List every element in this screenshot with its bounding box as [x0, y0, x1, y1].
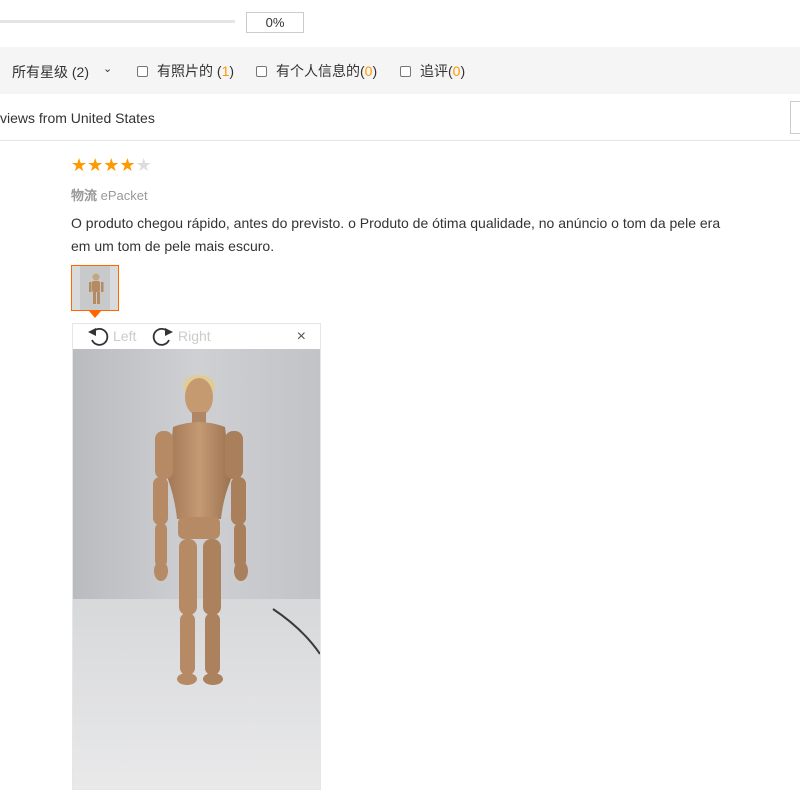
- filter-count: 0: [364, 63, 373, 79]
- rotate-left-label: Left: [113, 328, 137, 344]
- divider: [0, 140, 800, 141]
- checkbox-icon[interactable]: [400, 65, 411, 77]
- close-icon[interactable]: ×: [297, 328, 306, 346]
- logistics-value: ePacket: [100, 188, 148, 203]
- review-text-line: em um tom de pele mais escuro.: [71, 238, 275, 254]
- rotate-left-button[interactable]: Left: [87, 325, 136, 347]
- star-filter-select[interactable]: 所有星级 (2): [12, 62, 89, 82]
- filter-with-personal-info[interactable]: 有个人信息的 (0): [256, 61, 377, 81]
- photo-viewer-toolbar: Left Right ×: [73, 324, 320, 349]
- progress-percent: 0%: [246, 12, 304, 33]
- star-filled-icon: ★: [87, 155, 104, 175]
- filter-label: 追评: [420, 63, 448, 79]
- filter-count: 1: [221, 63, 230, 79]
- review-photo-large: [73, 349, 320, 789]
- progress-track: [0, 20, 235, 23]
- checkbox-icon[interactable]: [256, 65, 267, 77]
- review-photo-thumbnail[interactable]: [71, 265, 119, 311]
- star-filled-icon: ★: [71, 155, 88, 175]
- logistics-info: 物流 ePacket: [71, 185, 148, 204]
- rotate-right-icon: [152, 327, 173, 346]
- logistics-label: 物流: [71, 188, 98, 203]
- chevron-down-icon[interactable]: ⌄: [103, 62, 112, 75]
- rotate-right-button[interactable]: Right: [150, 325, 211, 347]
- filter-with-photos[interactable]: 有照片的 (1): [137, 61, 234, 81]
- review-text: O produto chegou rápido, antes do previs…: [71, 212, 800, 258]
- figure-thumbnail-image: [72, 266, 118, 310]
- star-rating: ★ ★ ★ ★ ★: [71, 156, 152, 174]
- sort-dropdown[interactable]: [790, 101, 800, 134]
- filter-additional-review[interactable]: 追评 (0): [400, 61, 465, 81]
- filter-count: 0: [452, 63, 461, 79]
- filter-label: 有个人信息的: [276, 63, 360, 79]
- rotate-left-icon: [88, 327, 109, 346]
- star-empty-icon: ★: [135, 155, 152, 175]
- rotate-right-label: Right: [178, 328, 211, 344]
- photo-viewer: Left Right ×: [72, 323, 321, 790]
- star-filled-icon: ★: [119, 155, 136, 175]
- filter-bar: 所有星级 (2) ⌄ 有照片的 (1) 有个人信息的 (0) 追评 (0): [0, 47, 800, 94]
- star-filled-icon: ★: [103, 155, 120, 175]
- filter-label: 有照片的: [157, 63, 213, 79]
- review-text-line: O produto chegou rápido, antes do previs…: [71, 215, 721, 231]
- thumbnail-pointer-arrow: [89, 311, 101, 318]
- reviews-country-header: views from United States: [0, 110, 155, 126]
- checkbox-icon[interactable]: [137, 65, 148, 77]
